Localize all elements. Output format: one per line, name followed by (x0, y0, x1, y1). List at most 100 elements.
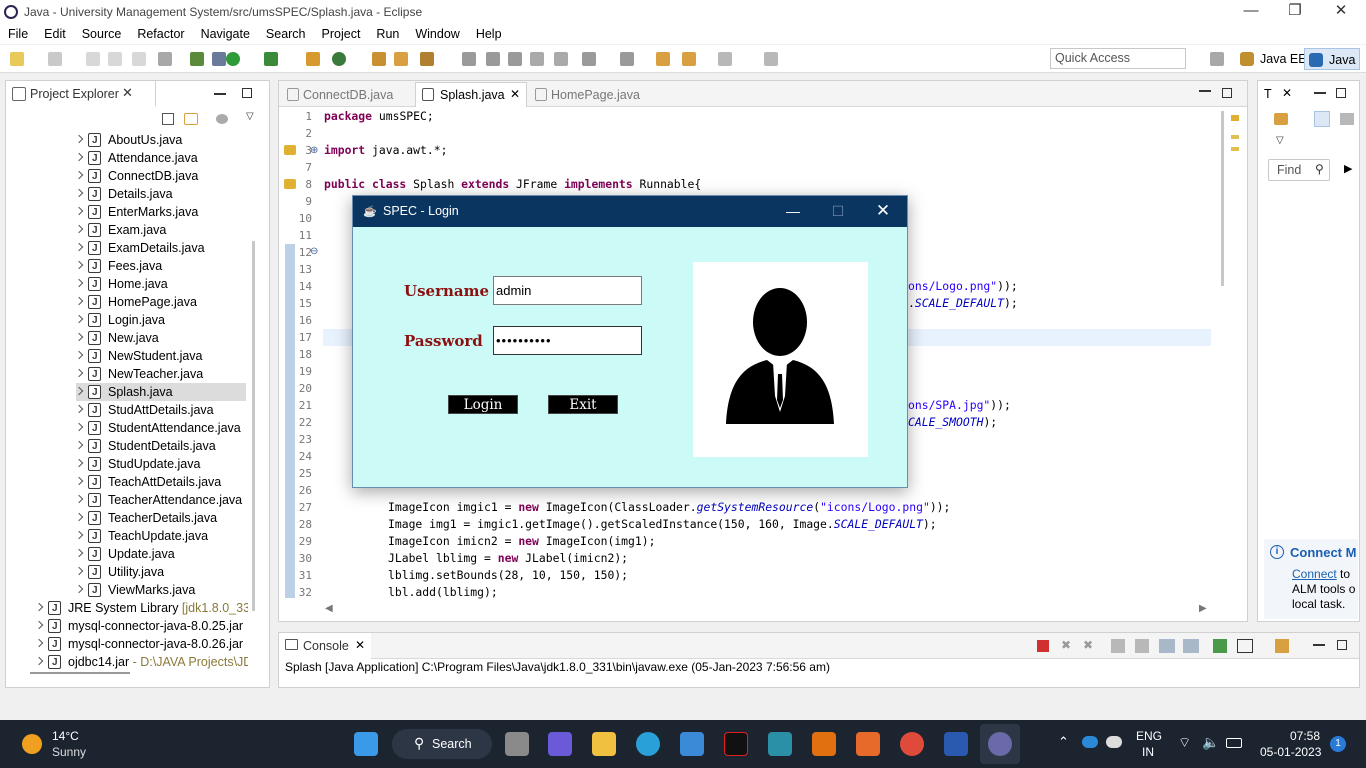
chevron-right-icon[interactable] (74, 224, 84, 234)
tree-scrollbar[interactable] (252, 241, 255, 611)
game-icon[interactable] (812, 732, 836, 756)
tree-h-scrollbar[interactable] (30, 672, 130, 674)
code-line[interactable]: import java.awt.*; (324, 142, 447, 159)
pin-console-icon[interactable] (1213, 639, 1227, 653)
tree-item-file[interactable]: Fees.java (74, 257, 246, 276)
minimize-button[interactable]: — (1228, 0, 1274, 24)
chevron-right-icon[interactable] (74, 296, 84, 306)
password-input[interactable]: •••••••••• (493, 326, 642, 355)
remove-launch-icon[interactable]: ✖ (1061, 638, 1071, 652)
tree-item-file[interactable]: TeacherAttendance.java (74, 491, 246, 510)
tree-item-library[interactable]: mysql-connector-java-8.0.26.jar (36, 635, 248, 653)
new-class-icon[interactable] (332, 52, 346, 66)
find-arrow-icon[interactable]: ▶ (1344, 162, 1352, 175)
tab-homepage[interactable]: HomePage.java (533, 83, 667, 107)
cloud-icon[interactable] (1106, 736, 1122, 748)
chevron-right-icon[interactable] (74, 440, 84, 450)
dialog-close-button[interactable]: ✕ (863, 200, 903, 224)
tree-item-file[interactable]: Update.java (74, 545, 246, 564)
code-line[interactable]: public class Splash extends JFrame imple… (324, 176, 701, 193)
maximize-panel-icon[interactable] (242, 88, 252, 98)
tree-item-file[interactable]: HomePage.java (74, 293, 246, 312)
scheduled-icon[interactable] (1340, 113, 1354, 125)
eclipse-taskbar-icon[interactable] (988, 732, 1012, 756)
chevron-right-icon[interactable] (74, 332, 84, 342)
menu-navigate[interactable]: Navigate (193, 27, 258, 41)
scroll-right-icon[interactable]: ▶ (1199, 603, 1207, 614)
chevron-right-icon[interactable] (74, 458, 84, 468)
tree-item-library[interactable]: JRE System Library [jdk1.8.0_331] (36, 599, 248, 617)
perspective-java[interactable]: Java (1304, 48, 1361, 70)
tree-item-file[interactable]: AboutUs.java (74, 131, 246, 150)
menu-file[interactable]: File (0, 27, 36, 41)
code-line[interactable]: ons/Logo.png")); (908, 278, 1018, 295)
chevron-right-icon[interactable] (74, 476, 84, 486)
menu-refactor[interactable]: Refactor (129, 27, 192, 41)
restore-button[interactable]: ❐ (1272, 0, 1318, 24)
code-line[interactable]: JLabel lblimg = new JLabel(imicn2); (388, 550, 628, 567)
chevron-right-icon[interactable] (74, 314, 84, 324)
connect-link[interactable]: Connect (1292, 567, 1337, 581)
tree-item-file[interactable]: EnterMarks.java (74, 203, 246, 222)
annotation-icon[interactable] (462, 52, 476, 66)
file-explorer-icon[interactable] (592, 732, 616, 756)
language-bottom[interactable]: IN (1142, 745, 1154, 759)
tree-item-file[interactable]: StudentDetails.java (74, 437, 246, 456)
print-icon[interactable] (132, 52, 146, 66)
tree-item-library[interactable]: ojdbc14.jar - D:\JAVA Projects\JD (36, 653, 248, 671)
code-line[interactable]: CALE_SMOOTH); (908, 414, 997, 431)
filter-icon[interactable] (216, 114, 228, 124)
save-all-icon[interactable] (108, 52, 122, 66)
weather-sun-icon[interactable] (22, 734, 42, 754)
tree-item-file[interactable]: Attendance.java (74, 149, 246, 168)
whitespace-icon[interactable] (530, 52, 544, 66)
maximize-editor-icon[interactable] (1222, 88, 1232, 98)
chevron-right-icon[interactable] (36, 602, 44, 612)
tree-item-file[interactable]: TeachUpdate.java (74, 527, 246, 546)
chevron-right-icon[interactable] (36, 656, 44, 666)
close-tab-icon[interactable]: ✕ (1282, 86, 1292, 100)
find-input[interactable]: Find ⚲ (1268, 159, 1330, 181)
weather-desc[interactable]: Sunny (52, 745, 86, 759)
pin-editor-icon[interactable] (764, 52, 778, 66)
menu-run[interactable]: Run (368, 27, 407, 41)
new-task-icon[interactable] (1274, 113, 1288, 125)
perspective-java-ee[interactable]: Java EE (1236, 48, 1311, 70)
taskbar-search-button[interactable]: ⚲ Search (392, 729, 492, 759)
tree-item-file[interactable]: Exam.java (74, 221, 246, 240)
chevron-right-icon[interactable] (74, 548, 84, 558)
chevron-right-icon[interactable] (74, 278, 84, 288)
tree-item-file[interactable]: ExamDetails.java (74, 239, 246, 258)
block-selection-icon[interactable] (508, 52, 522, 66)
remove-all-icon[interactable]: ✖ (1083, 638, 1093, 652)
chevron-right-icon[interactable] (74, 134, 84, 144)
chevron-right-icon[interactable] (74, 206, 84, 216)
chrome-icon[interactable] (900, 732, 924, 756)
debug-icon[interactable] (190, 52, 204, 66)
prime-video-icon[interactable] (768, 732, 792, 756)
view-menu-icon[interactable]: ▽ (246, 111, 254, 122)
new-project-icon[interactable] (48, 52, 62, 66)
chevron-right-icon[interactable] (36, 620, 44, 630)
chevron-right-icon[interactable] (74, 350, 84, 360)
minimize-panel-icon[interactable] (1314, 92, 1326, 94)
tree-item-file[interactable]: StudUpdate.java (74, 455, 246, 474)
netflix-icon[interactable] (724, 732, 748, 756)
chevron-right-icon[interactable] (74, 404, 84, 414)
clear-console-icon[interactable] (1111, 639, 1125, 653)
chevron-right-icon[interactable] (74, 152, 84, 162)
last-edit-icon[interactable] (656, 52, 670, 66)
chevron-right-icon[interactable] (74, 242, 84, 252)
chevron-right-icon[interactable] (74, 170, 84, 180)
task-view-icon[interactable] (505, 732, 529, 756)
mail-icon[interactable] (680, 732, 704, 756)
skip-breakpoints-icon[interactable] (212, 52, 226, 66)
tab-connectdb[interactable]: ConnectDB.java (285, 83, 419, 107)
tree-item-library[interactable]: mysql-connector-java-8.0.25.jar (36, 617, 248, 635)
forward-icon[interactable] (718, 52, 732, 66)
teams-chat-icon[interactable] (548, 732, 572, 756)
tree-item-file[interactable]: NewTeacher.java (74, 365, 246, 384)
show-whitespace-icon[interactable] (554, 52, 568, 66)
tree-item-file[interactable]: ViewMarks.java (74, 581, 246, 600)
show-console-icon[interactable] (1159, 639, 1175, 653)
